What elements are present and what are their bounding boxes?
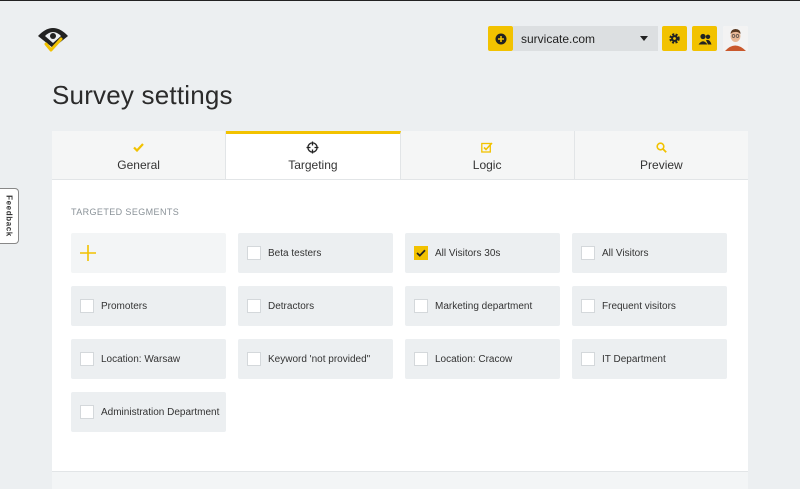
user-avatar[interactable] bbox=[723, 26, 748, 51]
plus-icon bbox=[80, 245, 96, 261]
tab-targeting-label: Targeting bbox=[288, 158, 338, 172]
segment-item[interactable]: Beta testers bbox=[238, 233, 393, 273]
check-icon bbox=[133, 141, 144, 154]
window-top-border bbox=[0, 0, 800, 1]
segment-checkbox[interactable] bbox=[581, 246, 595, 260]
page-title: Survey settings bbox=[52, 80, 233, 110]
segment-checkbox[interactable] bbox=[80, 299, 94, 313]
site-selector[interactable]: survicate.com bbox=[513, 26, 658, 51]
segment-checkbox[interactable] bbox=[247, 246, 261, 260]
segment-label: All Visitors bbox=[602, 247, 649, 259]
segment-item[interactable]: Location: Cracow bbox=[405, 339, 560, 379]
top-toolbar: survicate.com bbox=[488, 26, 748, 51]
segment-item[interactable]: All Visitors 30s bbox=[405, 233, 560, 273]
segment-checkbox[interactable] bbox=[581, 352, 595, 366]
segment-label: Beta testers bbox=[268, 247, 322, 259]
card-footer bbox=[52, 471, 748, 489]
segment-checkbox[interactable] bbox=[80, 405, 94, 419]
segment-item[interactable]: Location: Warsaw bbox=[71, 339, 226, 379]
targeted-segments-heading: TARGETED SEGMENTS bbox=[71, 207, 180, 217]
segment-item[interactable]: Administration Department bbox=[71, 392, 226, 432]
segment-item[interactable]: Keyword 'not provided" bbox=[238, 339, 393, 379]
segment-label: Location: Cracow bbox=[435, 353, 513, 365]
avatar-image bbox=[723, 26, 748, 51]
plus-circle-icon bbox=[495, 33, 506, 44]
segment-label: IT Department bbox=[602, 353, 666, 365]
tab-preview-label: Preview bbox=[640, 158, 683, 172]
segment-item[interactable]: Promoters bbox=[71, 286, 226, 326]
logo-icon bbox=[38, 28, 68, 52]
segment-label: Keyword 'not provided" bbox=[268, 353, 371, 365]
feedback-tab-label: Feedback bbox=[4, 195, 14, 237]
tab-preview[interactable]: Preview bbox=[575, 131, 748, 179]
team-button[interactable] bbox=[692, 26, 717, 51]
check-icon bbox=[416, 249, 426, 257]
segment-checkbox[interactable] bbox=[414, 352, 428, 366]
segment-checkbox[interactable] bbox=[581, 299, 595, 313]
segment-checkbox[interactable] bbox=[414, 299, 428, 313]
segment-item[interactable]: All Visitors bbox=[572, 233, 727, 273]
add-site-button[interactable] bbox=[488, 26, 513, 51]
segment-label: Promoters bbox=[101, 300, 148, 312]
segment-label: Administration Department bbox=[101, 406, 220, 418]
segment-label: Frequent visitors bbox=[602, 300, 676, 312]
segment-checkbox-checked[interactable] bbox=[414, 246, 428, 260]
chevron-down-icon bbox=[640, 36, 648, 41]
survey-settings-card: General Targeting Logic Preview TARGETED… bbox=[52, 131, 748, 489]
segment-item[interactable]: Frequent visitors bbox=[572, 286, 727, 326]
tab-logic[interactable]: Logic bbox=[401, 131, 575, 179]
segment-label: All Visitors 30s bbox=[435, 247, 501, 259]
crosshair-icon bbox=[306, 141, 319, 154]
tab-logic-label: Logic bbox=[472, 158, 502, 172]
segment-item[interactable]: Marketing department bbox=[405, 286, 560, 326]
settings-tabs: General Targeting Logic Preview bbox=[52, 131, 748, 180]
settings-button[interactable] bbox=[662, 26, 687, 51]
search-icon bbox=[656, 141, 667, 154]
tab-targeting[interactable]: Targeting bbox=[226, 131, 401, 179]
segment-item[interactable]: IT Department bbox=[572, 339, 727, 379]
users-icon bbox=[698, 33, 711, 44]
segment-checkbox[interactable] bbox=[247, 299, 261, 313]
checkbox-icon bbox=[481, 141, 493, 154]
add-segment-button[interactable] bbox=[71, 233, 226, 273]
site-selector-value: survicate.com bbox=[521, 31, 596, 46]
segment-label: Location: Warsaw bbox=[101, 353, 181, 365]
segment-item[interactable]: Detractors bbox=[238, 286, 393, 326]
segment-label: Detractors bbox=[268, 300, 315, 312]
survicate-logo[interactable] bbox=[36, 22, 70, 54]
tab-general-label: General bbox=[117, 158, 160, 172]
segment-label: Marketing department bbox=[435, 300, 533, 312]
feedback-tab[interactable]: Feedback bbox=[0, 188, 19, 244]
segments-grid: Beta testers All Visitors 30s All Visito… bbox=[71, 233, 727, 432]
gear-icon bbox=[669, 33, 680, 44]
segment-checkbox[interactable] bbox=[80, 352, 94, 366]
segment-checkbox[interactable] bbox=[247, 352, 261, 366]
tab-general[interactable]: General bbox=[52, 131, 227, 179]
